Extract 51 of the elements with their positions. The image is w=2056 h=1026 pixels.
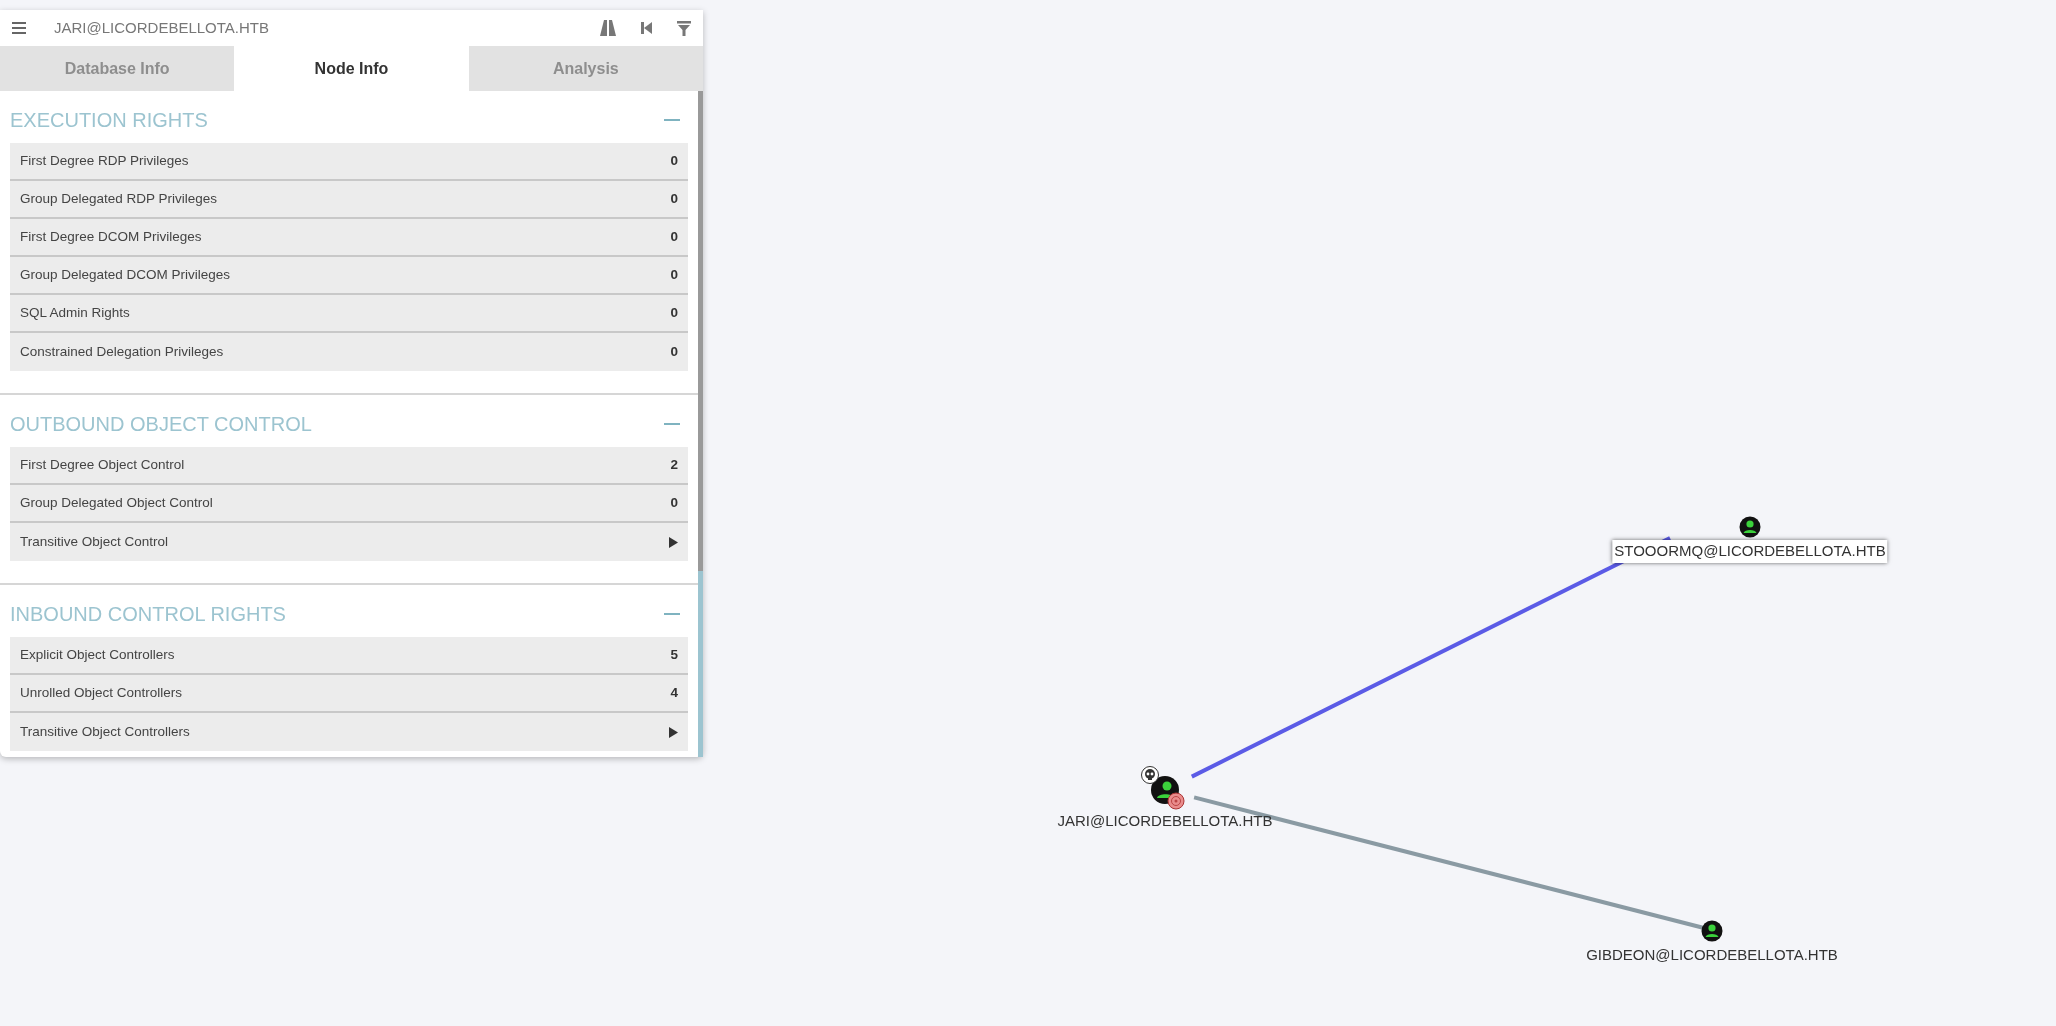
- row-label: First Degree RDP Privileges: [20, 151, 189, 170]
- row-count: 0: [670, 342, 678, 361]
- row-count: 0: [670, 227, 678, 246]
- row-label: Constrained Delegation Privileges: [20, 342, 224, 361]
- section-title: EXECUTION RIGHTS: [10, 108, 208, 133]
- user-node-icon[interactable]: [1701, 920, 1723, 942]
- row-count: 2: [670, 455, 678, 474]
- row-label: Unrolled Object Controllers: [20, 683, 183, 702]
- row-count: 0: [670, 265, 678, 284]
- menu-icon[interactable]: [12, 22, 26, 34]
- info-row[interactable]: Explicit Object Controllers 5: [10, 637, 688, 675]
- row-label: Transitive Object Controllers: [20, 722, 190, 741]
- info-row[interactable]: Group Delegated DCOM Privileges 0: [10, 257, 688, 295]
- section-title: OUTBOUND OBJECT CONTROL: [10, 412, 312, 437]
- section-title: INBOUND CONTROL RIGHTS: [10, 602, 286, 627]
- row-label: Group Delegated Object Control: [20, 493, 213, 512]
- info-row[interactable]: Group Delegated Object Control 0: [10, 485, 688, 523]
- info-row[interactable]: Constrained Delegation Privileges 0: [10, 333, 688, 371]
- row-label: Explicit Object Controllers: [20, 645, 175, 664]
- row-label: SQL Admin Rights: [20, 303, 130, 322]
- info-row[interactable]: Transitive Object Control: [10, 523, 688, 561]
- play-icon[interactable]: [669, 726, 678, 738]
- row-label: Group Delegated DCOM Privileges: [20, 265, 231, 284]
- row-label: Group Delegated RDP Privileges: [20, 189, 218, 208]
- user-node-icon[interactable]: [1739, 516, 1761, 538]
- row-label: First Degree DCOM Privileges: [20, 227, 202, 246]
- row-count: 0: [670, 189, 678, 208]
- node-title: JARI@LICORDEBELLOTA.HTB: [54, 17, 270, 38]
- road-icon[interactable]: [599, 20, 617, 36]
- info-row[interactable]: First Degree RDP Privileges 0: [10, 143, 688, 181]
- info-row[interactable]: SQL Admin Rights 0: [10, 295, 688, 333]
- node-label: JARI@LICORDEBELLOTA.HTB: [1056, 811, 1274, 831]
- play-icon[interactable]: [669, 536, 678, 548]
- node-label: STOOORMQ@LICORDEBELLOTA.HTB: [1612, 540, 1888, 563]
- node-label: GIBDEON@LICORDEBELLOTA.HTB: [1585, 945, 1839, 965]
- skip-back-icon[interactable]: [641, 21, 653, 35]
- row-label: Transitive Object Control: [20, 532, 169, 551]
- info-row[interactable]: First Degree DCOM Privileges 0: [10, 219, 688, 257]
- row-count: 5: [670, 645, 678, 664]
- filter-icon[interactable]: [677, 20, 691, 36]
- info-row[interactable]: Unrolled Object Controllers 4: [10, 675, 688, 713]
- user-node-drawing[interactable]: [1140, 765, 1185, 810]
- info-row[interactable]: Transitive Object Controllers: [10, 713, 688, 751]
- info-row[interactable]: Group Delegated RDP Privileges 0: [10, 181, 688, 219]
- scrollbar[interactable]: [698, 91, 703, 757]
- row-count: 0: [670, 303, 678, 322]
- info-row[interactable]: First Degree Object Control 2: [10, 447, 688, 485]
- row-label: First Degree Object Control: [20, 455, 185, 474]
- row-count: 0: [670, 151, 678, 170]
- row-count: 0: [670, 493, 678, 512]
- row-count: 4: [670, 683, 678, 702]
